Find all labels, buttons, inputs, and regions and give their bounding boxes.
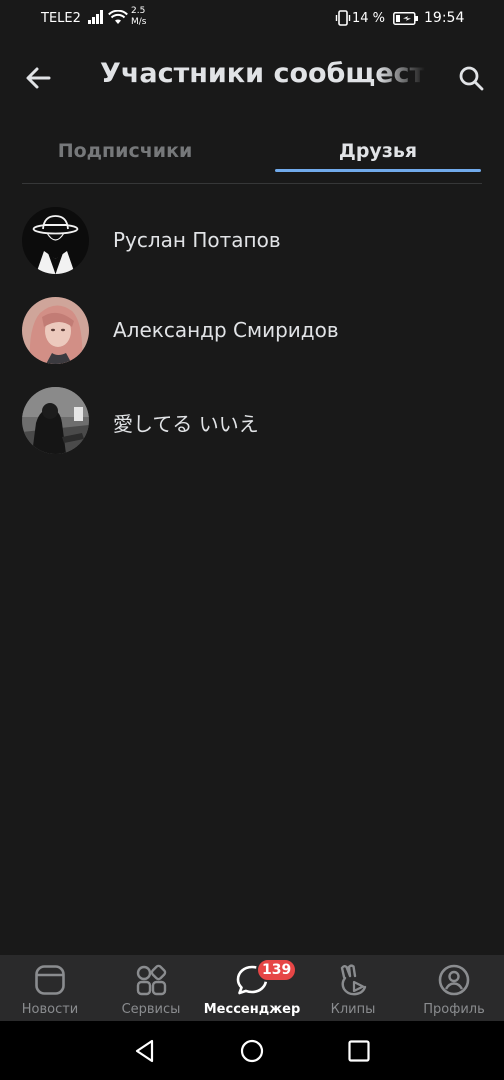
nav-back-icon[interactable] — [132, 1038, 158, 1064]
signal-icon — [88, 10, 106, 28]
segmented-tabs: Подписчики Друзья — [22, 128, 482, 184]
tabbar-label: Клипы — [330, 1002, 376, 1017]
tab-friends[interactable]: Друзья — [275, 128, 481, 172]
network-speed-value: 2.5 — [131, 6, 146, 16]
tabbar-label: Сервисы — [121, 1002, 181, 1017]
member-name: 愛してる いいえ — [113, 412, 259, 436]
battery-percent: 14 % — [352, 11, 386, 26]
system-navigation-bar — [0, 1021, 504, 1080]
vibrate-icon — [335, 10, 351, 30]
nav-recents-icon[interactable] — [346, 1038, 372, 1064]
tabbar-label: Новости — [21, 1002, 79, 1017]
search-icon — [459, 66, 484, 91]
community-members-screen: TELE2 2.5 M/s 14 % 19:54 Участники сообщ… — [0, 0, 504, 1080]
member-list: Руслан Потапов Александр Смиридов 愛してる い… — [0, 196, 504, 466]
clock: 19:54 — [424, 10, 465, 26]
avatar — [22, 207, 89, 274]
hat-man-avatar-icon — [22, 207, 89, 274]
services-icon — [136, 964, 167, 996]
girl-photo-avatar-icon — [22, 297, 89, 364]
avatar — [22, 297, 89, 364]
tabbar-clips[interactable]: Клипы — [303, 955, 403, 1021]
tabbar-news[interactable]: Новости — [0, 955, 100, 1021]
clips-icon — [340, 964, 367, 996]
list-item[interactable]: Руслан Потапов — [0, 196, 504, 286]
header: Участники сообщест — [0, 48, 504, 108]
messenger-unread-badge: 139 — [256, 958, 298, 982]
wifi-icon — [108, 9, 128, 29]
back-button[interactable] — [20, 60, 56, 96]
battery-icon — [393, 12, 419, 29]
member-name: Руслан Потапов — [113, 228, 281, 252]
status-bar: TELE2 2.5 M/s 14 % 19:54 — [0, 0, 504, 38]
bottom-tab-bar: Новости Сервисы Мессенджер Клипы Профиль — [0, 955, 504, 1021]
network-speed: 2.5 M/s — [131, 6, 147, 28]
avatar — [22, 387, 89, 454]
divider — [22, 183, 482, 184]
network-speed-unit: M/s — [131, 17, 147, 27]
tab-subscribers[interactable]: Подписчики — [22, 128, 228, 172]
profile-icon — [438, 964, 470, 996]
tabbar-label: Мессенджер — [203, 1002, 301, 1017]
tabbar-label: Профиль — [423, 1002, 485, 1017]
search-button[interactable] — [453, 60, 489, 96]
carrier-name: TELE2 — [41, 11, 81, 26]
arrow-left-icon — [26, 67, 51, 89]
tabbar-profile[interactable]: Профиль — [404, 955, 504, 1021]
tabbar-services[interactable]: Сервисы — [101, 955, 201, 1021]
list-item[interactable]: 愛してる いいえ — [0, 376, 504, 466]
nav-home-icon[interactable] — [239, 1038, 265, 1064]
hooded-figure-avatar-icon — [22, 387, 89, 454]
active-tab-indicator — [275, 169, 481, 172]
page-title: Участники сообщест — [100, 58, 425, 89]
member-name: Александр Смиридов — [113, 318, 339, 342]
list-item[interactable]: Александр Смиридов — [0, 286, 504, 376]
news-icon — [35, 965, 65, 995]
